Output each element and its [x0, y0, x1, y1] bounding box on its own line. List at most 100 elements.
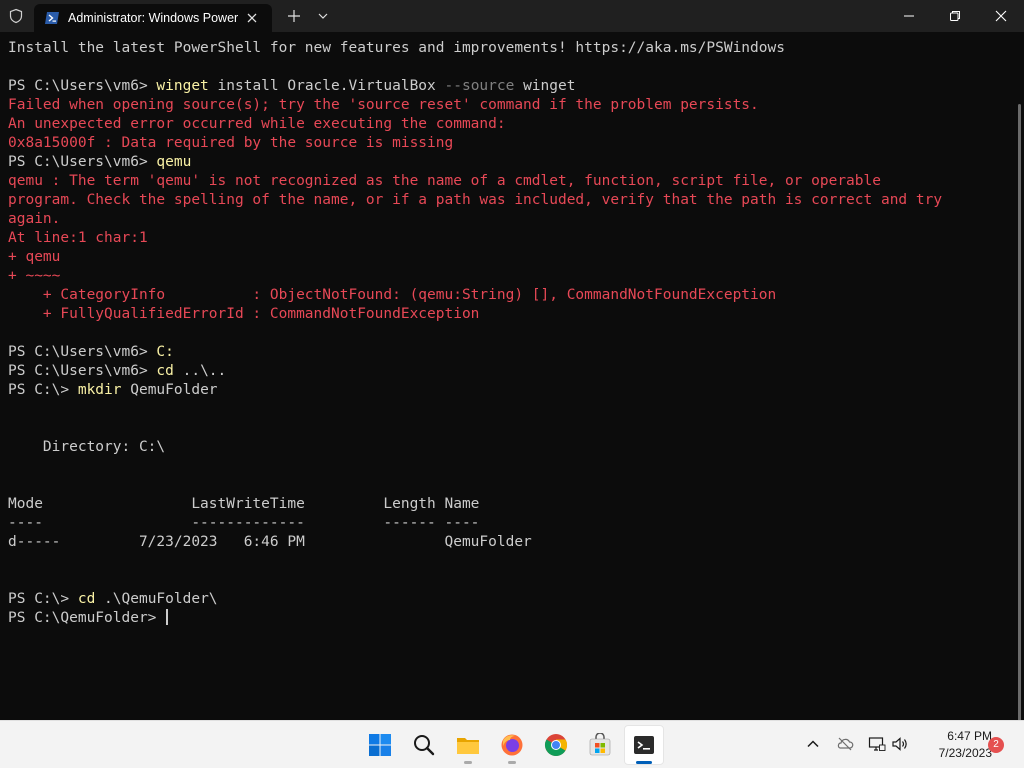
tab-title: Administrator: Windows PowerShell	[68, 11, 238, 25]
terminal-text: ..\..	[173, 363, 227, 379]
terminal-line: again.	[8, 210, 942, 229]
terminal-icon	[634, 736, 654, 754]
terminal-line: An unexpected error occurred while execu…	[8, 115, 942, 134]
terminal-text: QemuFolder	[121, 382, 218, 398]
terminal-text: PS C:\Users\vm6>	[8, 154, 157, 170]
terminal-text: .\QemuFolder\	[95, 591, 218, 607]
close-tab-icon[interactable]	[244, 10, 260, 26]
shield-icon	[9, 8, 23, 24]
microsoft-store-button[interactable]	[580, 725, 620, 765]
terminal-line: Mode LastWriteTime Length Name	[8, 495, 942, 514]
terminal-text: winget	[514, 78, 576, 94]
terminal-line: PS C:\Users\vm6> cd ..\..	[8, 362, 942, 381]
close-window-button[interactable]	[978, 0, 1024, 32]
terminal-text: install Oracle.VirtualBox	[208, 78, 445, 94]
terminal-line: program. Check the spelling of the name,…	[8, 191, 942, 210]
terminal-text: Install the latest PowerShell for new fe…	[8, 40, 785, 56]
terminal-line: PS C:\> mkdir QemuFolder	[8, 381, 942, 400]
terminal-text: PS C:\QemuFolder>	[8, 610, 166, 626]
terminal-text: cd	[77, 591, 96, 607]
terminal-text: program. Check the spelling of the name,…	[8, 192, 943, 208]
restore-button[interactable]	[932, 0, 978, 32]
terminal-line: + qemu	[8, 248, 942, 267]
terminal-text: + CategoryInfo : ObjectNotFound: (qemu:S…	[8, 287, 777, 303]
terminal-output[interactable]: Install the latest PowerShell for new fe…	[0, 32, 1016, 720]
terminal-text: PS C:\Users\vm6>	[8, 78, 157, 94]
terminal-line: + ~~~~	[8, 267, 942, 286]
tab-powershell[interactable]: Administrator: Windows PowerShell	[34, 4, 272, 32]
search-button[interactable]	[404, 725, 444, 765]
terminal-line: PS C:\Users\vm6> winget install Oracle.V…	[8, 77, 942, 96]
start-button[interactable]	[360, 725, 400, 765]
terminal-text: PS C:\>	[8, 382, 78, 398]
scrollbar-thumb[interactable]	[1018, 104, 1021, 734]
search-icon	[414, 735, 435, 756]
terminal-text: PS C:\>	[8, 591, 78, 607]
terminal-text: + ~~~~	[8, 268, 61, 284]
terminal-text: Mode LastWriteTime Length Name	[8, 496, 480, 512]
volume-icon[interactable]	[891, 735, 909, 753]
terminal-text: qemu	[156, 154, 192, 170]
tab-dropdown-button[interactable]	[316, 9, 330, 23]
terminal-line: PS C:\Users\vm6> C:	[8, 343, 942, 362]
terminal-text: again.	[8, 211, 61, 227]
terminal-line: Failed when opening source(s); try the '…	[8, 96, 942, 115]
clock-date[interactable]: 7/23/2023	[920, 745, 992, 761]
text-cursor	[166, 609, 168, 625]
file-explorer-icon	[457, 738, 479, 754]
terminal-lines: Install the latest PowerShell for new fe…	[8, 39, 942, 628]
file-explorer-button[interactable]	[448, 725, 488, 765]
clock-time[interactable]: 6:47 PM	[920, 728, 992, 744]
terminal-button[interactable]	[624, 725, 664, 765]
restore-icon	[950, 11, 960, 21]
chrome-button[interactable]	[536, 725, 576, 765]
network-icon[interactable]	[868, 735, 886, 753]
terminal-line: PS C:\Users\vm6> qemu	[8, 153, 942, 172]
terminal-text: PS C:\Users\vm6>	[8, 344, 157, 360]
terminal-text: PS C:\Users\vm6>	[8, 363, 157, 379]
start-icon	[369, 734, 391, 756]
new-tab-button[interactable]	[286, 8, 302, 24]
terminal-text: + FullyQualifiedErrorId : CommandNotFoun…	[8, 306, 480, 322]
terminal-line: + FullyQualifiedErrorId : CommandNotFoun…	[8, 305, 942, 324]
terminal-line: Install the latest PowerShell for new fe…	[8, 39, 942, 58]
running-indicator	[508, 761, 516, 764]
firefox-icon	[501, 734, 523, 756]
terminal-line: + CategoryInfo : ObjectNotFound: (qemu:S…	[8, 286, 942, 305]
terminal-text: 0x8a15000f : Data required by the source…	[8, 135, 454, 151]
title-bar: Administrator: Windows PowerShell	[0, 0, 1024, 32]
notification-badge[interactable]: 2	[988, 737, 1004, 753]
running-indicator	[464, 761, 472, 764]
powershell-icon	[45, 12, 59, 24]
terminal-line: PS C:\> cd .\QemuFolder\	[8, 590, 942, 609]
terminal-text: At line:1 char:1	[8, 230, 148, 246]
terminal-text: mkdir	[77, 382, 122, 398]
terminal-line: Directory: C:\	[8, 438, 942, 457]
firefox-button[interactable]	[492, 725, 532, 765]
chevron-up-icon[interactable]	[804, 735, 822, 753]
minimize-button[interactable]	[886, 0, 932, 32]
onedrive-icon[interactable]	[836, 735, 854, 753]
terminal-text: d----- 7/23/2023 6:46 PM QemuFolder	[8, 534, 532, 550]
terminal-line: ---- ------------- ------ ----	[8, 514, 942, 533]
terminal-line: d----- 7/23/2023 6:46 PM QemuFolder	[8, 533, 942, 552]
scrollbar[interactable]	[1016, 32, 1024, 734]
active-indicator	[636, 761, 652, 764]
terminal-text: Failed when opening source(s); try the '…	[8, 97, 759, 113]
terminal-text: C:	[156, 344, 174, 360]
terminal-text: --source	[444, 78, 515, 94]
terminal-text: winget	[156, 78, 209, 94]
terminal-text: qemu : The term 'qemu' is not recognized…	[8, 173, 881, 189]
microsoft-store-icon	[589, 733, 611, 756]
terminal-line: PS C:\QemuFolder>	[8, 609, 942, 628]
close-icon	[995, 10, 1007, 22]
taskbar: 6:47 PM 7/23/2023 2	[0, 720, 1024, 768]
minimize-icon	[904, 15, 914, 17]
